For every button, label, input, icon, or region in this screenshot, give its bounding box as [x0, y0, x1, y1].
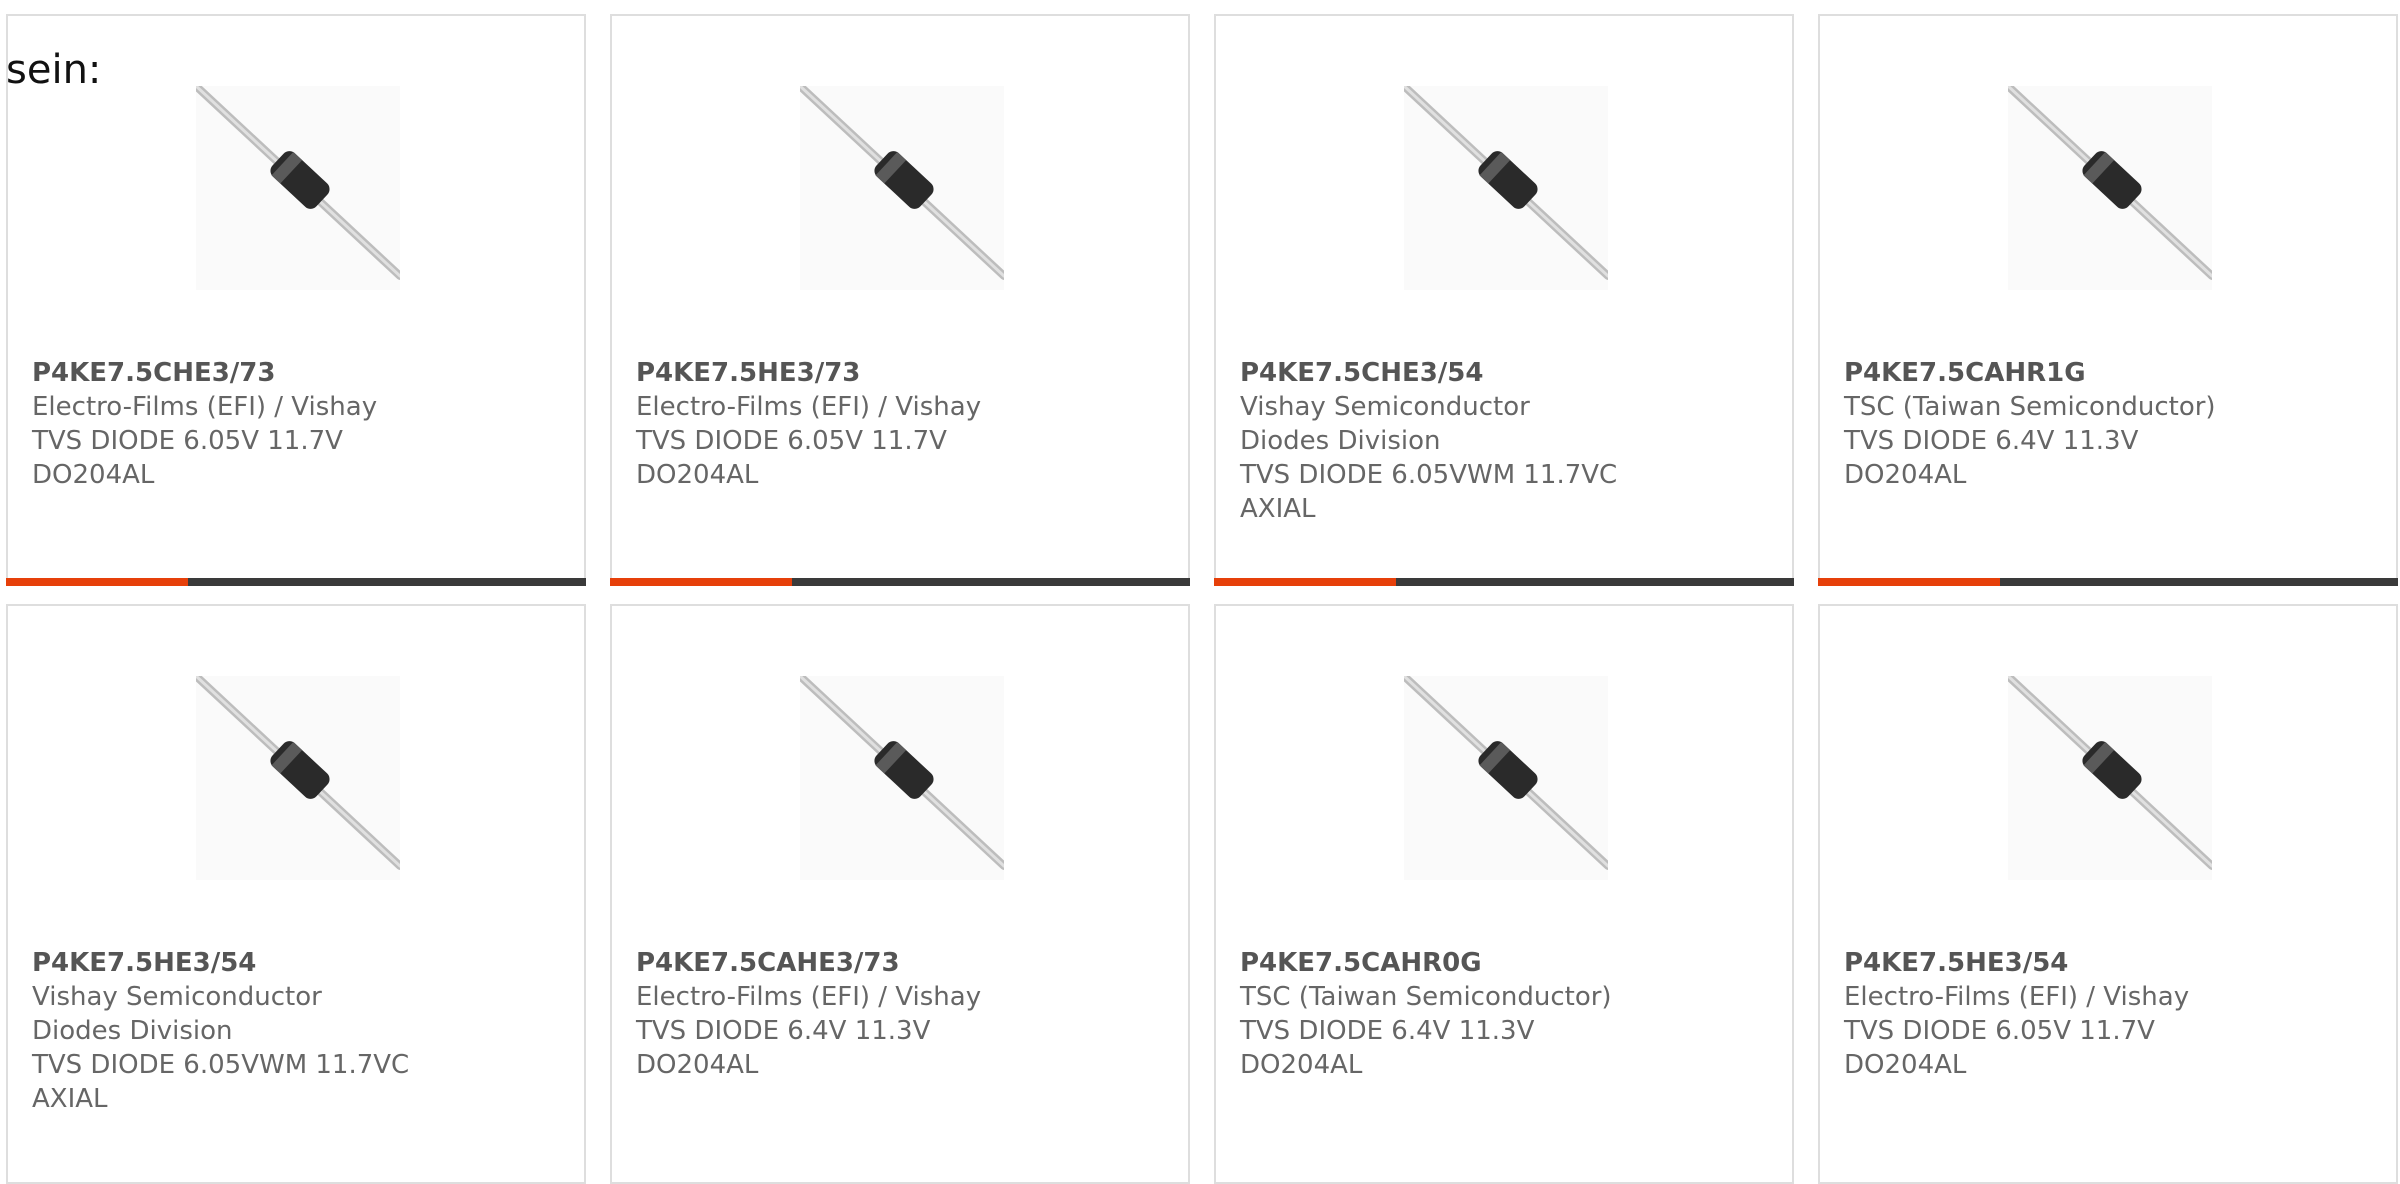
- axial-diode-icon[interactable]: [1404, 676, 1608, 880]
- product-description: TVS DIODE 6.4V 11.3V DO204AL: [636, 1016, 931, 1080]
- product-card[interactable]: P4KE7.5HE3/73 Electro-Films (EFI) / Vish…: [610, 14, 1190, 586]
- product-description: TVS DIODE 6.05V 11.7V DO204AL: [636, 426, 947, 490]
- product-card[interactable]: P4KE7.5CHE3/54 Vishay Semiconductor Diod…: [1214, 14, 1794, 586]
- part-number-link[interactable]: P4KE7.5CAHR0G: [1240, 946, 1620, 980]
- product-card[interactable]: P4KE7.5CAHR0G TSC (Taiwan Semiconductor)…: [1214, 604, 1794, 1184]
- card-bottom-bar: [6, 578, 586, 586]
- card-accent-bar: [6, 578, 188, 586]
- manufacturer-name: Vishay Semiconductor Diodes Division: [1240, 392, 1530, 456]
- manufacturer-name: Electro-Films (EFI) / Vishay: [1844, 982, 2190, 1012]
- manufacturer-name: Electro-Films (EFI) / Vishay: [32, 392, 378, 422]
- part-number-link[interactable]: P4KE7.5HE3/54: [1844, 946, 2224, 980]
- manufacturer-name: TSC (Taiwan Semiconductor): [1844, 392, 2216, 422]
- product-card[interactable]: P4KE7.5CAHE3/73 Electro-Films (EFI) / Vi…: [610, 604, 1190, 1184]
- part-number-link[interactable]: P4KE7.5HE3/73: [636, 356, 1016, 390]
- part-number-link[interactable]: P4KE7.5CAHE3/73: [636, 946, 1016, 980]
- manufacturer-name: TSC (Taiwan Semiconductor): [1240, 982, 1612, 1012]
- product-card[interactable]: P4KE7.5CAHR1G TSC (Taiwan Semiconductor)…: [1818, 14, 2398, 586]
- manufacturer-name: Electro-Films (EFI) / Vishay: [636, 392, 982, 422]
- axial-diode-icon[interactable]: [1404, 86, 1608, 290]
- product-description: TVS DIODE 6.05V 11.7V DO204AL: [32, 426, 343, 490]
- part-number-link[interactable]: P4KE7.5CHE3/73: [32, 356, 412, 390]
- product-description: TVS DIODE 6.4V 11.3V DO204AL: [1240, 1016, 1535, 1080]
- manufacturer-name: Vishay Semiconductor Diodes Division: [32, 982, 322, 1046]
- axial-diode-icon[interactable]: [2008, 86, 2212, 290]
- part-number-link[interactable]: P4KE7.5CHE3/54: [1240, 356, 1620, 390]
- axial-diode-icon[interactable]: [800, 676, 1004, 880]
- card-bottom-bar: [1214, 578, 1794, 586]
- part-number-link[interactable]: P4KE7.5CAHR1G: [1844, 356, 2224, 390]
- product-card[interactable]: P4KE7.5HE3/54 Electro-Films (EFI) / Vish…: [1818, 604, 2398, 1184]
- axial-diode-icon[interactable]: [196, 86, 400, 290]
- product-description: TVS DIODE 6.05VWM 11.7VC AXIAL: [1240, 460, 1618, 524]
- product-grid: P4KE7.5CHE3/73 Electro-Films (EFI) / Vis…: [0, 0, 2400, 1184]
- card-accent-bar: [610, 578, 792, 586]
- card-accent-bar: [1818, 578, 2000, 586]
- axial-diode-icon[interactable]: [2008, 676, 2212, 880]
- axial-diode-icon[interactable]: [800, 86, 1004, 290]
- section-heading: sein:: [6, 47, 102, 93]
- card-bottom-bar: [610, 578, 1190, 586]
- product-description: TVS DIODE 6.05VWM 11.7VC AXIAL: [32, 1050, 410, 1114]
- card-bottom-bar: [1818, 578, 2398, 586]
- product-card[interactable]: P4KE7.5HE3/54 Vishay Semiconductor Diode…: [6, 604, 586, 1184]
- product-description: TVS DIODE 6.05V 11.7V DO204AL: [1844, 1016, 2155, 1080]
- axial-diode-icon[interactable]: [196, 676, 400, 880]
- part-number-link[interactable]: P4KE7.5HE3/54: [32, 946, 412, 980]
- card-accent-bar: [1214, 578, 1396, 586]
- product-description: TVS DIODE 6.4V 11.3V DO204AL: [1844, 426, 2139, 490]
- manufacturer-name: Electro-Films (EFI) / Vishay: [636, 982, 982, 1012]
